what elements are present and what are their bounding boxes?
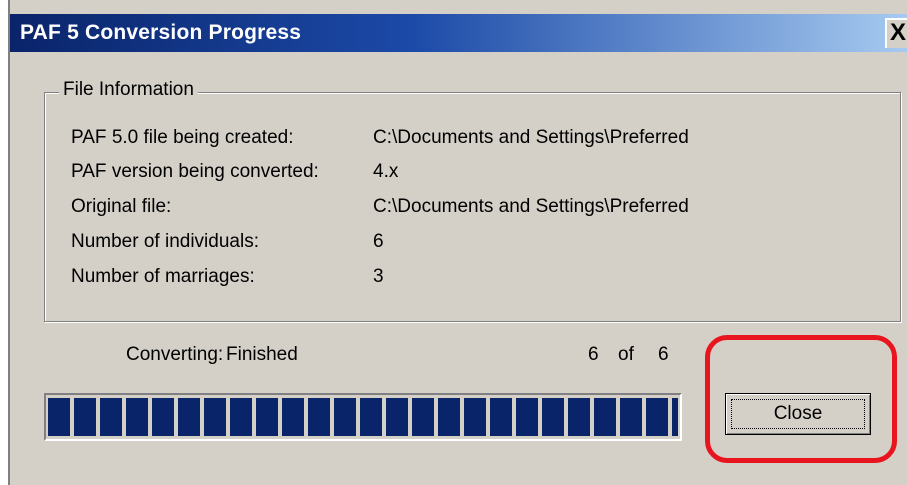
original-file-label: Original file: [71,196,172,217]
progress-total-count: 6 [658,344,669,365]
close-button-label: Close [731,399,865,429]
window-title: PAF 5 Conversion Progress [20,21,302,44]
version-value: 4.x [373,161,399,182]
file-information-group: File Information PAF 5.0 file being crea… [44,79,901,322]
conversion-progress-dialog: PAF 5 Conversion Progress X File Informa… [8,0,907,485]
individuals-label: Number of individuals: [71,231,259,252]
created-file-value: C:\Documents and Settings\Preferred [373,127,689,148]
close-button[interactable]: Close [725,393,871,435]
window-close-icon[interactable]: X [885,18,907,48]
individuals-value: 6 [373,231,384,252]
converting-label: Converting: [126,344,224,365]
progress-bar-fill [48,398,678,436]
marriages-value: 3 [373,266,384,287]
marriages-label: Number of marriages: [71,266,255,287]
conversion-progress-bar [44,393,682,441]
progress-current-count: 6 [588,344,599,365]
converting-status: Finished [226,344,298,365]
file-information-legend: File Information [59,79,198,101]
created-file-label: PAF 5.0 file being created: [71,127,294,148]
original-file-value: C:\Documents and Settings\Preferred [373,196,689,217]
version-label: PAF version being converted: [71,161,319,182]
title-bar[interactable]: PAF 5 Conversion Progress X [10,14,907,52]
progress-of-label: of [618,344,634,365]
